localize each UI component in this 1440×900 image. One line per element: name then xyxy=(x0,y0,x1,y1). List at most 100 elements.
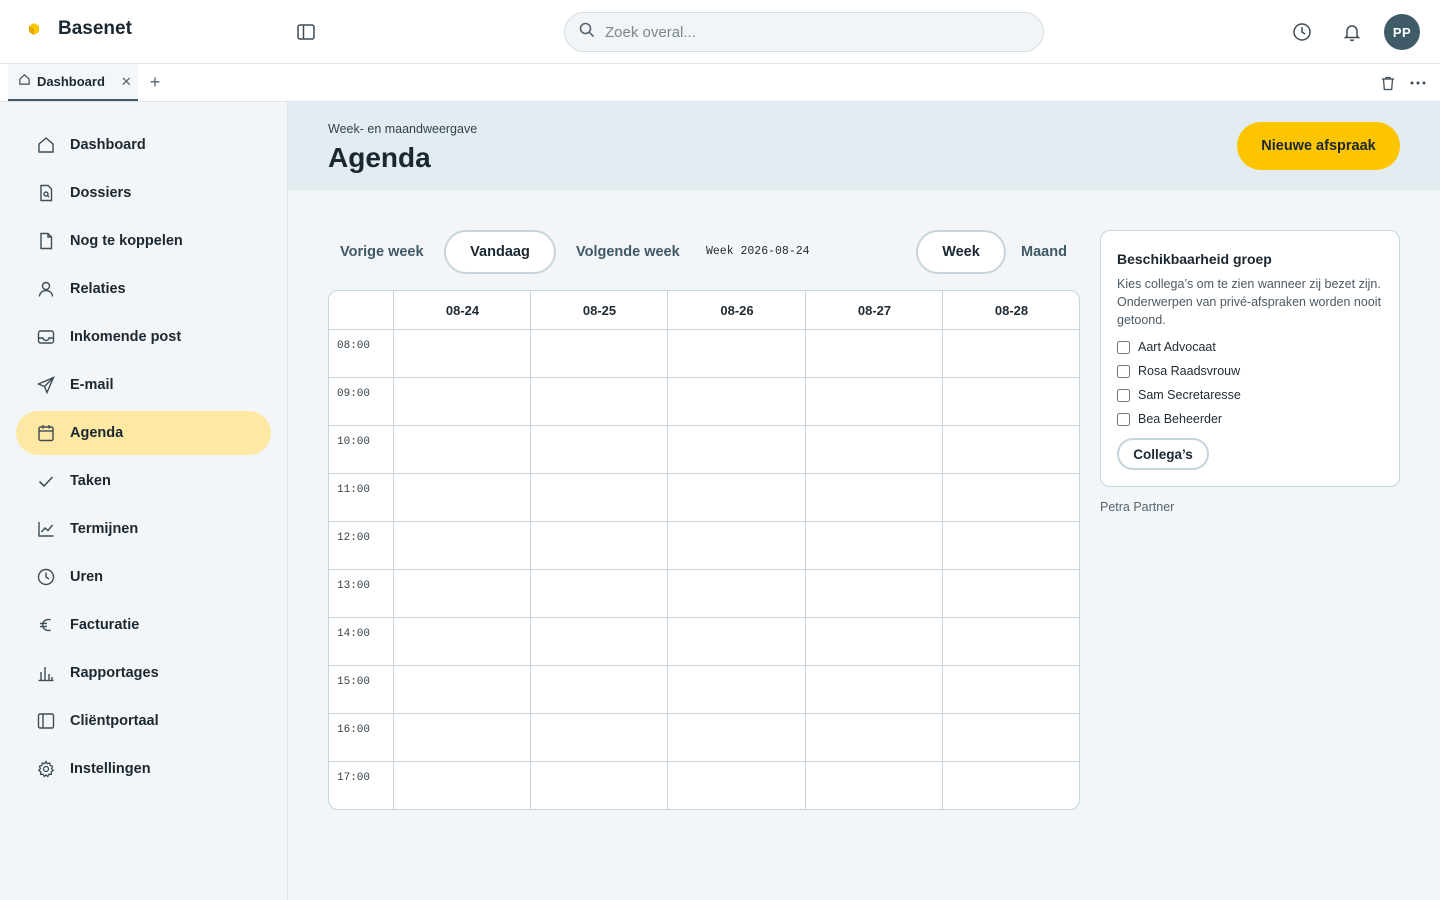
time-slot[interactable] xyxy=(531,330,667,377)
add-tab-icon[interactable]: + xyxy=(146,72,164,92)
time-slot[interactable] xyxy=(806,378,942,425)
time-slot[interactable] xyxy=(806,714,942,761)
today-button[interactable]: Vandaag xyxy=(444,230,556,274)
time-slot[interactable] xyxy=(531,570,667,617)
time-slot[interactable] xyxy=(531,522,667,569)
time-slot[interactable] xyxy=(668,522,805,569)
sidebar-item-dashboard[interactable]: Dashboard xyxy=(16,123,271,167)
hour-label: 14:00 xyxy=(337,628,371,640)
time-slot[interactable] xyxy=(943,474,1079,521)
colleague-checkbox[interactable] xyxy=(1117,412,1130,426)
week-view-button[interactable]: Week xyxy=(916,230,1006,274)
sidebar-item-relaties[interactable]: Relaties xyxy=(16,267,271,311)
colleague-checkbox[interactable] xyxy=(1117,340,1130,354)
bell-icon[interactable] xyxy=(1340,20,1364,44)
time-slot[interactable] xyxy=(394,330,530,377)
time-slot[interactable] xyxy=(668,762,805,809)
time-slot[interactable] xyxy=(531,618,667,665)
time-slot[interactable] xyxy=(394,522,530,569)
time-slot[interactable] xyxy=(394,666,530,713)
sidebar-item-label: Rapportages xyxy=(70,665,159,681)
previous-week-button[interactable]: Vorige week xyxy=(340,230,424,274)
colleague-name: Aart Advocaat xyxy=(1138,340,1216,354)
time-slot[interactable] xyxy=(394,714,530,761)
time-slot[interactable] xyxy=(943,666,1079,713)
time-slot[interactable] xyxy=(531,474,667,521)
sidebar-item-uren[interactable]: Uren xyxy=(16,555,271,599)
time-slot[interactable] xyxy=(806,474,942,521)
time-slot[interactable] xyxy=(668,570,805,617)
colleague-option[interactable]: Sam Secretaresse xyxy=(1117,386,1241,404)
time-slot[interactable] xyxy=(943,426,1079,473)
close-icon[interactable]: ✕ xyxy=(121,74,132,90)
time-slot[interactable] xyxy=(394,474,530,521)
time-slot[interactable] xyxy=(668,426,805,473)
time-slot[interactable] xyxy=(394,570,530,617)
time-slot[interactable] xyxy=(806,618,942,665)
history-clock-icon[interactable] xyxy=(1290,20,1314,44)
time-slot[interactable] xyxy=(394,378,530,425)
trash-icon[interactable] xyxy=(1378,73,1398,93)
time-slot[interactable] xyxy=(668,474,805,521)
time-slot[interactable] xyxy=(668,378,805,425)
file-icon xyxy=(36,183,56,203)
search-icon xyxy=(579,22,595,43)
time-slot[interactable] xyxy=(943,330,1079,377)
colleagues-button[interactable]: Collega’s xyxy=(1117,438,1209,470)
hour-row: 13:00 xyxy=(329,570,1079,618)
time-slot[interactable] xyxy=(806,570,942,617)
time-slot[interactable] xyxy=(943,762,1079,809)
sidebar-item-rapportages[interactable]: Rapportages xyxy=(16,651,271,695)
sidebar-item-termijnen[interactable]: Termijnen xyxy=(16,507,271,551)
time-slot[interactable] xyxy=(943,378,1079,425)
sidebar-item-inkomende-post[interactable]: Inkomende post xyxy=(16,315,271,359)
time-slot[interactable] xyxy=(394,762,530,809)
sidebar-item-agenda[interactable]: Agenda xyxy=(16,411,271,455)
time-slot[interactable] xyxy=(531,378,667,425)
time-slot[interactable] xyxy=(943,618,1079,665)
time-slot[interactable] xyxy=(394,426,530,473)
colleague-option[interactable]: Aart Advocaat xyxy=(1117,338,1216,356)
search-input[interactable] xyxy=(605,23,1005,41)
time-slot[interactable] xyxy=(668,618,805,665)
time-slot[interactable] xyxy=(943,570,1079,617)
time-slot[interactable] xyxy=(531,666,667,713)
time-slot[interactable] xyxy=(806,426,942,473)
colleague-option[interactable]: Bea Beheerder xyxy=(1117,410,1222,428)
time-slot[interactable] xyxy=(668,714,805,761)
time-slot[interactable] xyxy=(531,426,667,473)
sidebar-item-taken[interactable]: Taken xyxy=(16,459,271,503)
time-slot[interactable] xyxy=(668,330,805,377)
tab-dashboard[interactable]: Dashboard ✕ xyxy=(8,64,138,101)
time-slot[interactable] xyxy=(806,330,942,377)
colleague-option[interactable]: Rosa Raadsvrouw xyxy=(1117,362,1240,380)
time-slot[interactable] xyxy=(806,666,942,713)
sidebar-item-instellingen[interactable]: Instellingen xyxy=(16,747,271,791)
top-bar: Basenet PP xyxy=(0,0,1440,64)
sidebar-item-dossiers[interactable]: Dossiers xyxy=(16,171,271,215)
sidebar-toggle-icon[interactable] xyxy=(294,20,318,44)
time-slot[interactable] xyxy=(943,522,1079,569)
time-slot[interactable] xyxy=(943,714,1079,761)
colleague-checkbox[interactable] xyxy=(1117,388,1130,402)
sidebar-item-clientportaal[interactable]: Cliëntportaal xyxy=(16,699,271,743)
time-slot[interactable] xyxy=(531,762,667,809)
time-slot[interactable] xyxy=(394,618,530,665)
month-view-button[interactable]: Maand xyxy=(1021,230,1067,274)
user-icon xyxy=(36,279,56,299)
time-slot[interactable] xyxy=(806,522,942,569)
next-week-button[interactable]: Volgende week xyxy=(576,230,680,274)
grid-line xyxy=(393,291,394,809)
more-icon[interactable] xyxy=(1408,73,1428,93)
sidebar-item-facturatie[interactable]: Facturatie xyxy=(16,603,271,647)
time-slot[interactable] xyxy=(668,666,805,713)
sidebar-item-e-mail[interactable]: E-mail xyxy=(16,363,271,407)
time-slot[interactable] xyxy=(806,762,942,809)
search-bar[interactable] xyxy=(564,12,1044,52)
avatar[interactable]: PP xyxy=(1384,14,1420,50)
sidebar-item-nog-te-koppelen[interactable]: Nog te koppelen xyxy=(16,219,271,263)
colleague-checkbox[interactable] xyxy=(1117,364,1130,378)
brand[interactable]: Basenet xyxy=(24,18,132,40)
time-slot[interactable] xyxy=(531,714,667,761)
new-appointment-button[interactable]: Nieuwe afspraak xyxy=(1237,122,1400,170)
